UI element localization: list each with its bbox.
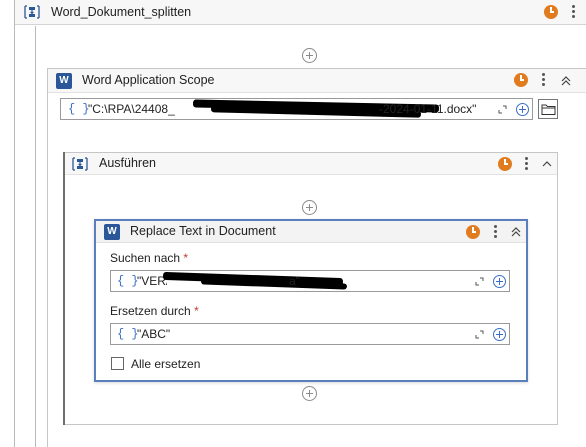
more-options-icon[interactable] [569,4,577,20]
add-activity-button[interactable] [302,48,317,63]
outer-sequence-header[interactable]: Word_Dokument_splitten [15,0,586,25]
search-label: Suchen nach * [110,251,189,265]
replace-value: "ABC" [137,327,171,341]
add-variable-icon[interactable] [493,328,506,341]
search-value-end: a" [289,274,300,288]
add-activity-button[interactable] [302,386,317,401]
expression-icon: { } [68,102,90,116]
required-mark: * [194,304,199,318]
add-variable-icon[interactable] [516,103,529,116]
word-scope-title: Word Application Scope [82,73,215,87]
more-options-icon[interactable] [491,224,499,240]
collapse-icon[interactable] [510,226,522,238]
required-mark: * [183,251,189,265]
browse-folder-button[interactable] [538,99,558,119]
expand-editor-icon[interactable] [475,277,484,286]
word-scope-header[interactable]: W Word Application Scope [48,69,586,93]
folder-icon [541,104,556,115]
replace-all-label: Alle ersetzen [131,357,201,371]
file-path-value-end: -2024-01-11.docx" [379,102,477,116]
replace-field[interactable]: { } "ABC" [110,323,510,345]
sequence-icon [24,5,40,19]
collapse-icon[interactable] [560,75,572,87]
clock-icon[interactable] [514,73,528,87]
word-icon: W [104,224,120,240]
replace-activity-title: Replace Text in Document [130,224,276,238]
replace-label: Ersetzen durch * [110,304,199,318]
sequence-icon [72,157,88,171]
execute-left-border [63,152,65,425]
execute-header[interactable]: Ausführen [65,153,557,175]
expand-editor-icon[interactable] [475,330,484,339]
clock-icon[interactable] [544,5,558,19]
word-icon: W [56,73,72,89]
search-field[interactable]: { } "VERA a" [110,270,510,292]
replace-activity-header[interactable]: W Replace Text in Document [96,221,526,243]
file-path-value-start: "C:\RPA\24408_ [88,102,175,116]
add-variable-icon[interactable] [493,275,506,288]
file-path-field[interactable]: { } "C:\RPA\24408_ -2024-01-11.docx" [60,98,533,120]
clock-icon[interactable] [498,157,512,171]
expression-icon: { } [117,327,139,341]
outer-sequence-guide-line [35,26,36,447]
more-options-icon[interactable] [539,72,547,88]
expression-icon: { } [117,274,139,288]
more-options-icon[interactable] [522,156,530,172]
clock-icon[interactable] [466,225,480,239]
replace-all-checkbox[interactable] [111,357,124,370]
expand-editor-icon[interactable] [498,105,507,114]
collapse-icon[interactable] [541,158,553,170]
add-activity-button[interactable] [302,200,317,215]
outer-sequence-title: Word_Dokument_splitten [51,5,192,19]
execute-title: Ausführen [99,156,156,170]
